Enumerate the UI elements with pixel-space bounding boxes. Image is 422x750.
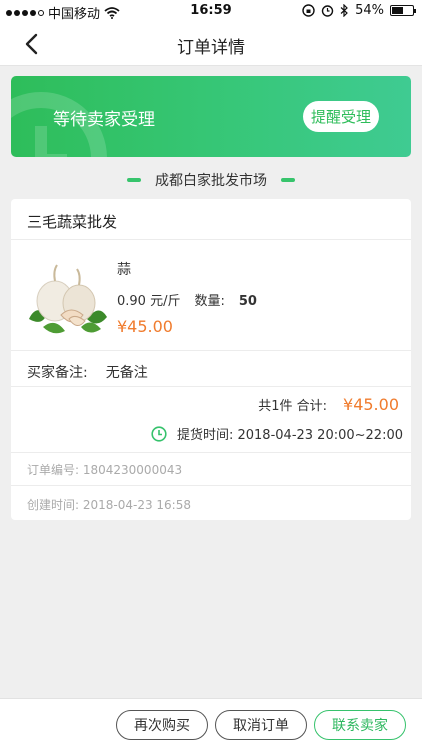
order-total: 共1件 合计: ¥45.00 [258, 395, 399, 414]
market-header: 成都白家批发市场 [0, 170, 422, 190]
product-meta: 0.90 元/斤 数量: 50 [117, 290, 257, 309]
total-amount: ¥45.00 [343, 395, 399, 414]
status-right: 54% [302, 3, 416, 18]
divider [11, 386, 411, 387]
unit-price: 0.90 元/斤 [117, 294, 181, 309]
battery-icon [390, 5, 416, 16]
seller-name[interactable]: 三毛蔬菜批发 [27, 211, 117, 232]
order-card: 三毛蔬菜批发 蒜 0.90 元/斤 数量: 50 ¥45.00 买家备注: 无备注… [11, 199, 411, 520]
nav-bar: 订单详情 [0, 22, 422, 66]
orientation-lock-icon [302, 4, 315, 17]
garlic-product-image[interactable] [25, 257, 109, 339]
created-time: 创建时间: 2018-04-23 16:58 [27, 498, 191, 512]
quantity-label: 数量: [194, 294, 225, 309]
battery-percent: 54% [355, 3, 384, 18]
divider-dash [127, 178, 141, 182]
bluetooth-icon [340, 4, 348, 17]
remind-accept-button[interactable]: 提醒受理 [303, 101, 379, 132]
cancel-order-button[interactable]: 取消订单 [215, 710, 307, 740]
product-name: 蒜 [117, 262, 131, 278]
bottom-action-bar: 再次购买 取消订单 联系卖家 [0, 698, 422, 750]
order-status-text: 等待卖家受理 [53, 110, 155, 130]
remark-label: 买家备注: [27, 365, 88, 381]
alarm-icon [321, 5, 334, 17]
battery-fill [392, 7, 403, 14]
quantity: 数量: 50 [194, 290, 256, 309]
contact-seller-button[interactable]: 联系卖家 [314, 710, 406, 740]
quantity-value: 50 [238, 294, 257, 309]
divider [11, 452, 411, 453]
rebuy-button[interactable]: 再次购买 [116, 710, 208, 740]
divider [11, 485, 411, 486]
total-count: 共1件 合计: [258, 399, 328, 414]
order-status-banner: 等待卖家受理 提醒受理 [11, 76, 411, 157]
buyer-remark: 买家备注: 无备注 [27, 362, 148, 382]
pickup-time-row: 提货时间: 2018-04-23 20:00~22:00 [151, 424, 403, 443]
product-subtotal: ¥45.00 [117, 317, 173, 336]
pickup-time: 提货时间: 2018-04-23 20:00~22:00 [176, 428, 403, 443]
order-number: 订单编号: 1804230000043 [27, 463, 183, 477]
remark-value: 无备注 [105, 365, 148, 381]
page-title: 订单详情 [177, 38, 245, 58]
status-bar: 中国移动 16:59 54% [0, 0, 422, 22]
market-name: 成都白家批发市场 [155, 173, 267, 189]
divider-dash [281, 178, 295, 182]
divider [11, 350, 411, 351]
divider [11, 239, 411, 240]
clock-icon [151, 425, 167, 442]
